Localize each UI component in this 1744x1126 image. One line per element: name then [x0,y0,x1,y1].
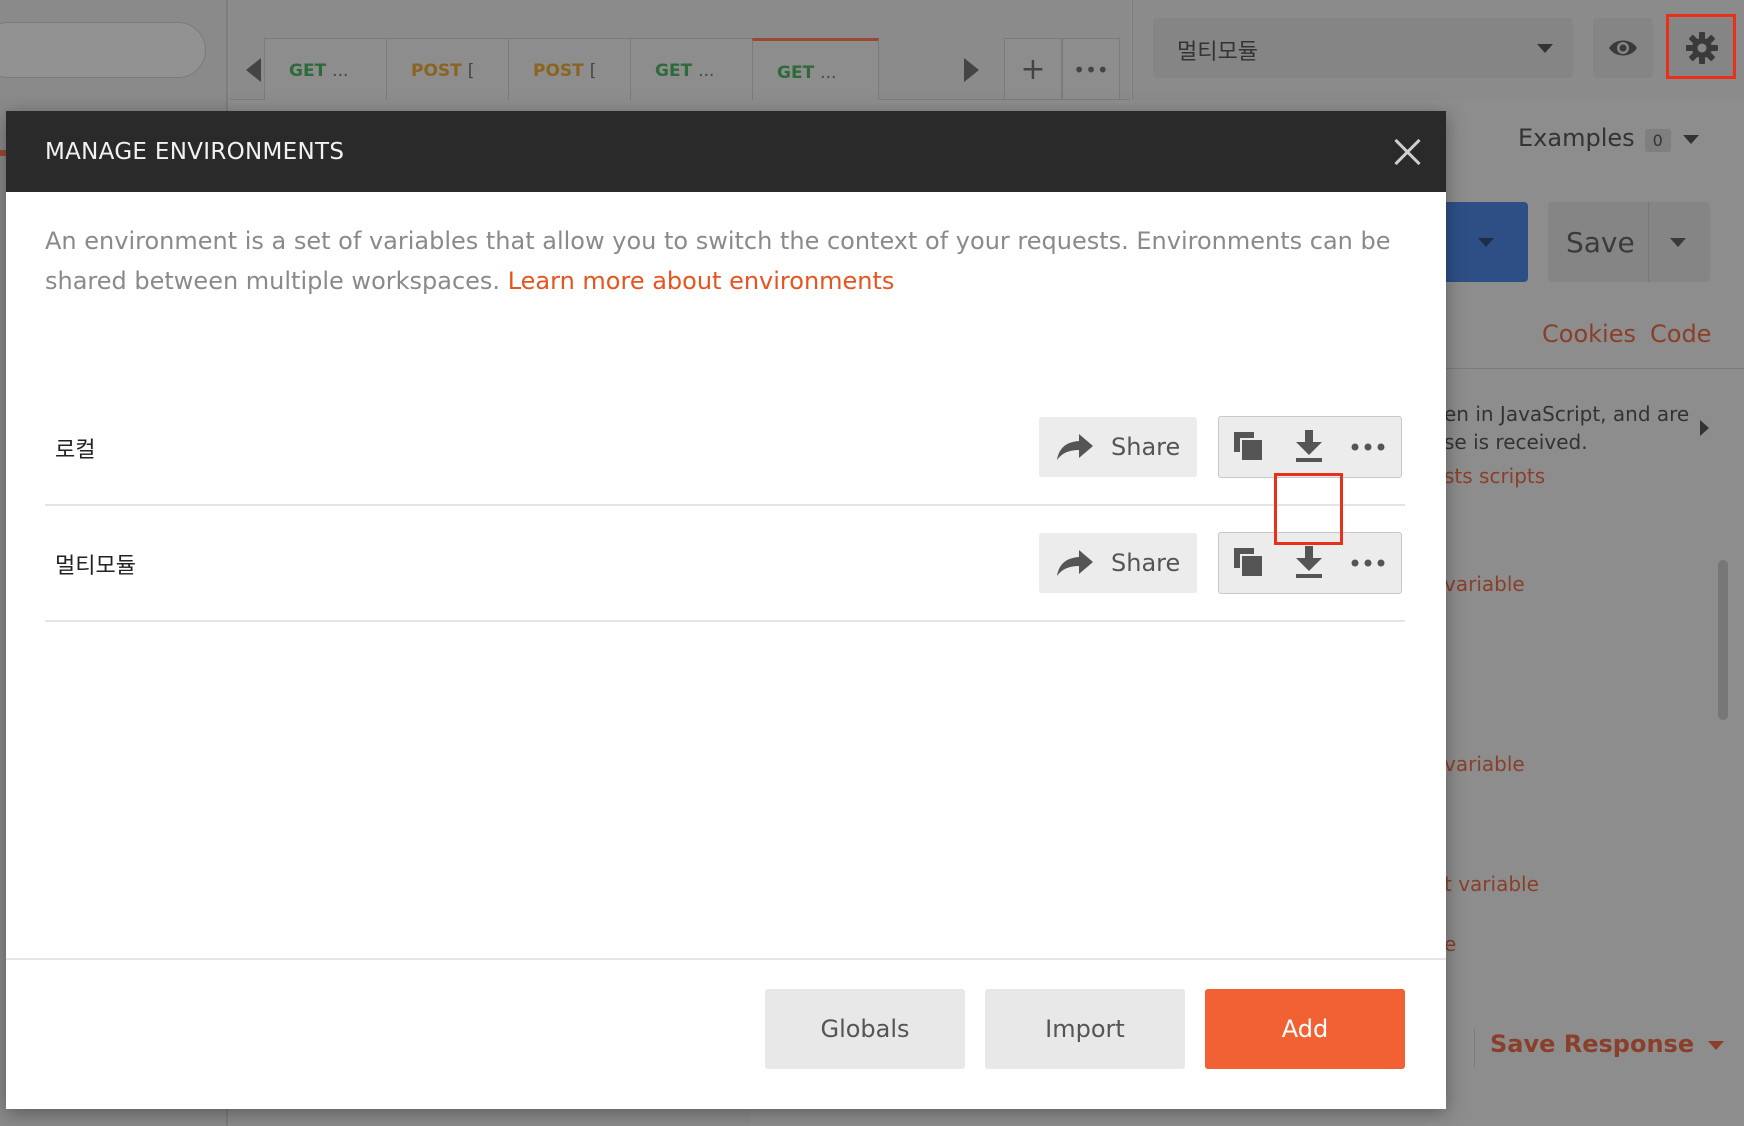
request-tab[interactable]: POST[ [386,38,513,100]
environment-selector[interactable]: 멀티모듈 [1153,18,1573,78]
modal-title: MANAGE ENVIRONMENTS [45,139,345,165]
globals-button[interactable]: Globals [765,989,965,1069]
duplicate-icon [1234,432,1262,460]
request-tab-active[interactable]: GET... [752,38,879,100]
chevron-down-icon [1708,1040,1725,1050]
eye-icon [1609,40,1637,56]
more-options-button[interactable] [1339,533,1399,593]
more-options-icon [1351,443,1385,451]
new-tab-button[interactable]: + [1004,38,1062,100]
panel-text: se is received. [1444,430,1588,454]
download-icon [1296,430,1322,462]
scrollbar[interactable] [1718,560,1728,720]
expand-arrow-icon[interactable] [1700,420,1709,436]
request-tab[interactable]: GET... [264,38,391,100]
modal-description: An environment is a set of variables tha… [45,227,1391,295]
divider [6,958,1446,960]
share-arrow-icon [1057,550,1093,576]
import-button[interactable]: Import [985,989,1185,1069]
share-button[interactable]: Share [1039,417,1197,477]
share-arrow-icon [1057,434,1093,460]
divider [1474,1028,1475,1068]
duplicate-button[interactable] [1219,417,1279,477]
chevron-down-icon [1682,134,1699,144]
learn-more-link[interactable]: Learn more about environments [508,267,895,295]
gear-highlight-box [1666,14,1736,79]
modal-header: MANAGE ENVIRONMENTS [6,111,1446,192]
environment-row: 로컬 Share [45,390,1405,506]
cookies-link[interactable]: Cookies [1542,320,1636,348]
examples-dropdown[interactable]: Examples 0 [1518,124,1699,152]
snippet-link[interactable]: sts scripts [1444,464,1545,488]
manage-environments-modal: MANAGE ENVIRONMENTS An environment is a … [6,111,1446,1109]
sidebar-search-input[interactable] [0,22,206,78]
panel-text: en in JavaScript, and are [1444,402,1690,426]
download-button[interactable] [1279,417,1339,477]
divider [1444,368,1744,369]
snippet-link[interactable]: t variable [1444,872,1539,896]
request-tab[interactable]: GET... [630,38,757,100]
chevron-down-icon [1478,238,1494,247]
send-dropdown-button[interactable] [1444,202,1528,282]
environment-name[interactable]: 멀티모듈 [55,548,136,580]
environment-bar: 멀티모듈 [1132,0,1744,100]
request-tab[interactable]: POST[ [508,38,635,100]
save-button[interactable]: Save [1548,202,1710,282]
close-icon[interactable] [1390,135,1424,169]
environment-actions [1218,416,1402,478]
environment-quick-look-button[interactable] [1593,18,1653,78]
duplicate-icon [1234,548,1262,576]
tab-scroll-left-icon[interactable] [246,58,261,82]
environment-row: 멀티모듈 Share [45,506,1405,622]
examples-count: 0 [1644,129,1671,152]
snippet-link[interactable]: variable [1444,752,1525,776]
tab-more-button[interactable]: ••• [1062,38,1120,100]
more-options-button[interactable] [1339,417,1399,477]
download-icon [1296,546,1322,578]
download-highlight-box [1274,473,1343,545]
request-tab-bar: GET... POST[ POST[ GET... GET... + ••• [230,0,1130,100]
chevron-down-icon [1670,238,1686,247]
environment-name[interactable]: 로컬 [55,432,95,464]
tab-scroll-right-icon[interactable] [964,58,979,82]
chevron-down-icon [1537,44,1553,53]
add-button[interactable]: Add [1205,989,1405,1069]
share-button[interactable]: Share [1039,533,1197,593]
save-response-button[interactable]: Save Response [1490,1030,1725,1058]
divider [1648,202,1649,282]
environment-selector-value: 멀티모듈 [1177,40,1258,65]
snippet-link[interactable]: variable [1444,572,1525,596]
code-link[interactable]: Code [1650,320,1711,348]
duplicate-button[interactable] [1219,533,1279,593]
more-options-icon [1351,559,1385,567]
